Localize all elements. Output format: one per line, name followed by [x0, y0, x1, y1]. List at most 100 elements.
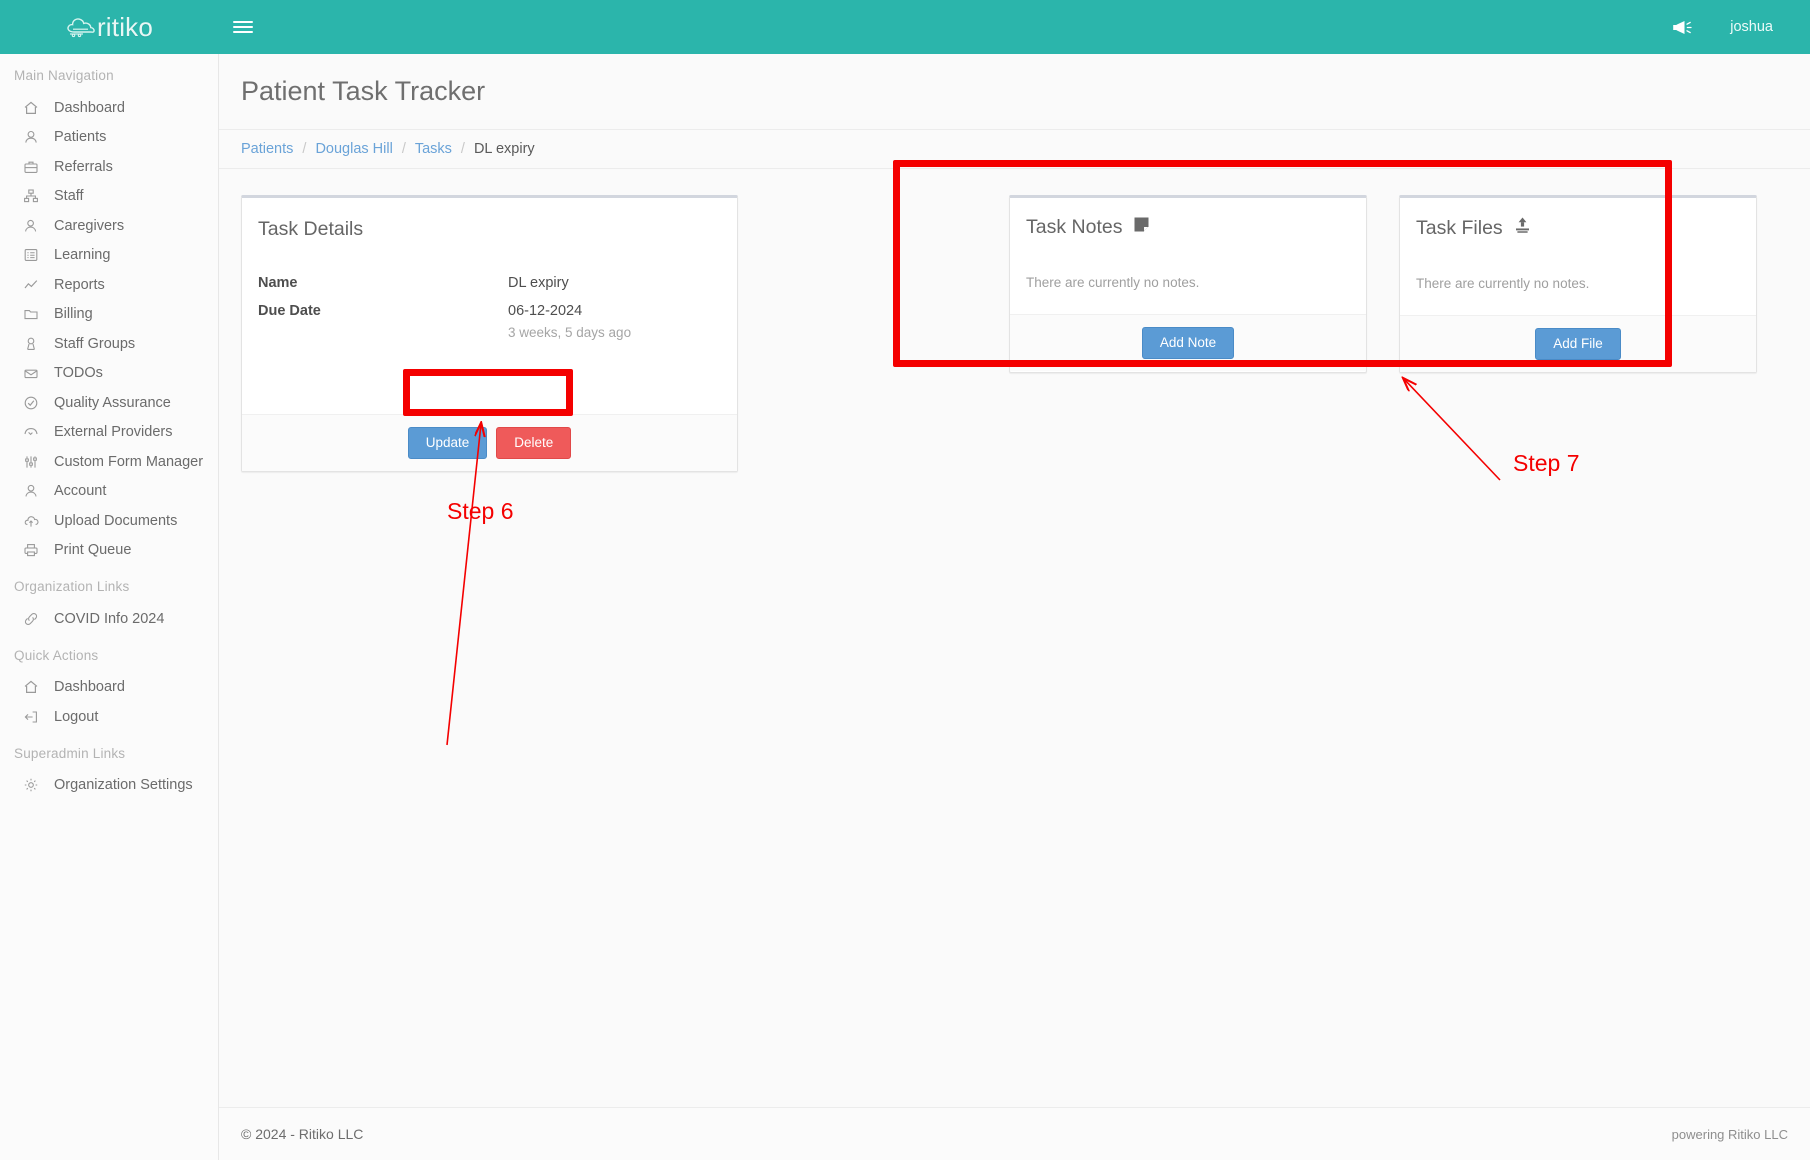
brand-logo[interactable]: ritiko: [0, 0, 219, 54]
sidebar-section-header-org: Organization Links: [0, 565, 218, 604]
sidebar-item-caregivers[interactable]: Caregivers: [0, 211, 218, 241]
detail-key: Name: [258, 275, 508, 291]
breadcrumb-item-patients[interactable]: Patients: [241, 141, 293, 157]
page-footer: © 2024 - Ritiko LLC powering Ritiko LLC: [219, 1107, 1810, 1160]
delete-button[interactable]: Delete: [496, 427, 571, 459]
sign-out-icon: [22, 708, 40, 726]
sidebar-item-label: Staff: [54, 188, 84, 204]
sidebar-section-main: Dashboard Patients Referrals Staff Careg…: [0, 93, 218, 565]
sidebar-item-staff[interactable]: Staff: [0, 182, 218, 212]
breadcrumb-item-patient-name[interactable]: Douglas Hill: [315, 141, 392, 157]
sidebar-item-label: Learning: [54, 247, 110, 263]
sidebar-item-label: Organization Settings: [54, 777, 193, 793]
sidebar-item-label: TODOs: [54, 365, 103, 381]
detail-value: 06-12-2024: [508, 303, 631, 319]
add-file-button[interactable]: Add File: [1535, 328, 1621, 360]
check-circle-icon: [22, 394, 40, 412]
top-navbar: ritiko joshua: [0, 0, 1810, 54]
user-menu[interactable]: joshua: [1711, 0, 1792, 54]
print-icon: [22, 541, 40, 559]
sidebar-section-header-quick: Quick Actions: [0, 634, 218, 673]
sidebar-item-account[interactable]: Account: [0, 477, 218, 507]
panels-area: Task Details Name DL expiry Due Date 06-…: [219, 169, 1810, 195]
sidebar-item-dashboard[interactable]: Dashboard: [0, 93, 218, 123]
breadcrumb-separator: /: [461, 141, 465, 157]
breadcrumb-item-current: DL expiry: [474, 141, 535, 157]
breadcrumb-item-tasks[interactable]: Tasks: [415, 141, 452, 157]
sticky-note-icon: [1133, 216, 1150, 239]
add-note-button[interactable]: Add Note: [1142, 327, 1234, 359]
sidebar-item-label: Dashboard: [54, 100, 125, 116]
sidebar-section-quick: Dashboard Logout: [0, 673, 218, 732]
sidebar-item-learning[interactable]: Learning: [0, 241, 218, 271]
task-notes-footer: Add Note: [1010, 314, 1366, 371]
sidebar-item-print-queue[interactable]: Print Queue: [0, 536, 218, 566]
sidebar-item-label: External Providers: [54, 424, 172, 440]
detail-value: DL expiry: [508, 275, 569, 291]
sidebar-item-billing[interactable]: Billing: [0, 300, 218, 330]
sidebar-item-staff-groups[interactable]: Staff Groups: [0, 329, 218, 359]
update-button[interactable]: Update: [408, 427, 488, 459]
page-title: Patient Task Tracker: [219, 54, 1810, 129]
brand-name: ritiko: [97, 12, 153, 43]
task-files-title: Task Files: [1416, 216, 1740, 240]
sidebar-item-covid-info-2024[interactable]: COVID Info 2024: [0, 604, 218, 634]
cloud-icon: [66, 16, 96, 38]
task-notes-empty-message: There are currently no notes.: [1026, 275, 1350, 290]
sidebar-item-organization-settings[interactable]: Organization Settings: [0, 771, 218, 801]
sidebar-item-label: Staff Groups: [54, 336, 135, 352]
folder-icon: [22, 305, 40, 323]
sidebar-item-quick-dashboard[interactable]: Dashboard: [0, 673, 218, 703]
sidebar-item-custom-form-manager[interactable]: Custom Form Manager: [0, 447, 218, 477]
gear-icon: [22, 776, 40, 794]
sidebar-item-upload-documents[interactable]: Upload Documents: [0, 506, 218, 536]
user-group-icon: [22, 335, 40, 353]
sidebar-item-label: Caregivers: [54, 218, 124, 234]
sitemap-icon: [22, 187, 40, 205]
sidebar-item-label: Print Queue: [54, 542, 131, 558]
sidebar: Main Navigation Dashboard Patients Refer…: [0, 54, 219, 1160]
sidebar-item-todos[interactable]: TODOs: [0, 359, 218, 389]
task-notes-and-files: Task Notes There are currently no notes.…: [1009, 195, 1757, 373]
task-files-body: Task Files There are currently no notes.: [1400, 198, 1756, 315]
task-files-footer: Add File: [1400, 315, 1756, 372]
spacer: [258, 352, 721, 392]
handshake-icon: [22, 423, 40, 441]
user-circle-icon: [22, 217, 40, 235]
sidebar-item-label: Patients: [54, 129, 106, 145]
task-detail-row-name: Name DL expiry: [258, 275, 721, 291]
line-chart-icon: [22, 276, 40, 294]
step6-label: Step 6: [447, 498, 514, 525]
sidebar-item-logout[interactable]: Logout: [0, 702, 218, 732]
step7-label: Step 7: [1513, 450, 1580, 477]
sidebar-item-external-providers[interactable]: External Providers: [0, 418, 218, 448]
sidebar-item-referrals[interactable]: Referrals: [0, 152, 218, 182]
sidebar-item-reports[interactable]: Reports: [0, 270, 218, 300]
breadcrumb-separator: /: [302, 141, 306, 157]
hamburger-icon[interactable]: [219, 0, 267, 54]
list-alt-icon: [22, 246, 40, 264]
task-details-footer: Update Delete: [242, 414, 737, 471]
sliders-icon: [22, 453, 40, 471]
upload-icon: [1514, 216, 1531, 240]
task-notes-card: Task Notes There are currently no notes.…: [1009, 195, 1367, 373]
task-notes-title-label: Task Notes: [1026, 216, 1122, 239]
breadcrumb: Patients / Douglas Hill / Tasks / DL exp…: [219, 129, 1810, 169]
sidebar-item-label: Logout: [54, 709, 98, 725]
sidebar-section-superadmin: Organization Settings: [0, 771, 218, 801]
task-detail-row-due-date: Due Date 06-12-2024 3 weeks, 5 days ago: [258, 303, 721, 340]
update-delete-buttons: Update Delete: [408, 427, 572, 459]
task-notes-title: Task Notes: [1026, 216, 1350, 239]
detail-relative-time: 3 weeks, 5 days ago: [508, 325, 631, 340]
sidebar-item-quality-assurance[interactable]: Quality Assurance: [0, 388, 218, 418]
task-details-body: Task Details Name DL expiry Due Date 06-…: [242, 198, 737, 414]
briefcase-icon: [22, 158, 40, 176]
megaphone-icon[interactable]: [1652, 0, 1711, 54]
task-details-rows: Name DL expiry Due Date 06-12-2024 3 wee…: [258, 275, 721, 340]
sidebar-item-label: Upload Documents: [54, 513, 177, 529]
sidebar-section-header-main: Main Navigation: [0, 54, 218, 93]
link-icon: [22, 610, 40, 628]
task-notes-body: Task Notes There are currently no notes.: [1010, 198, 1366, 314]
sidebar-item-patients[interactable]: Patients: [0, 123, 218, 153]
user-icon: [22, 128, 40, 146]
